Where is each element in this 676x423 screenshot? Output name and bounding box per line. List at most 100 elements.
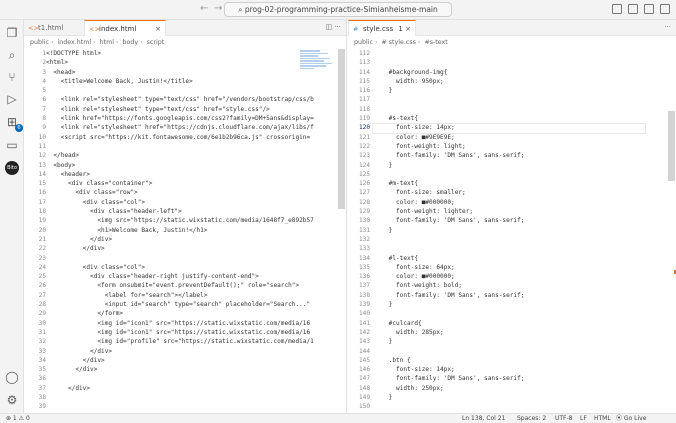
code-line[interactable]: 138 font-family: 'DM Sans', sans-serif; xyxy=(348,291,676,300)
code-line[interactable]: 3 <head> xyxy=(24,68,346,77)
code-line[interactable]: 18 <div class="header-left"> xyxy=(24,207,346,216)
code-line[interactable]: 4 <title>Welcome Back, Justin!</title> xyxy=(24,77,346,86)
code-line[interactable]: 120 font-size: 14px; xyxy=(348,123,676,135)
code-line[interactable]: 142 width: 285px; xyxy=(348,328,676,337)
code-line[interactable]: 5 xyxy=(24,86,346,95)
code-editor-left[interactable]: 1 <!DOCTYPE html> 2 <html> 3 <head> 4 <title>… xyxy=(24,49,346,413)
source-control-icon[interactable]: ⑂ xyxy=(5,70,19,84)
code-line[interactable]: 137 font-weight: bold; xyxy=(348,281,676,290)
bito-icon[interactable]: Bito xyxy=(5,161,19,175)
code-line[interactable]: 131 } xyxy=(348,226,676,235)
code-line[interactable]: 135 font-size: 64px; xyxy=(348,263,676,272)
code-line[interactable]: 123 font-family: 'DM Sans', sans-serif; xyxy=(348,151,676,160)
toggle-primary-sidebar-icon[interactable] xyxy=(612,4,622,14)
code-line[interactable]: 116 } xyxy=(348,86,676,95)
code-line[interactable]: 35 </div> xyxy=(24,365,346,374)
code-line[interactable]: 25 <div class="header-right justify-cont… xyxy=(24,272,346,281)
problems-indicator[interactable]: ⊗ 1 ⚠ 0 xyxy=(6,414,30,423)
breadcrumb-item[interactable]: #s-text xyxy=(424,39,447,46)
code-line[interactable]: 36 xyxy=(24,374,346,383)
minimap[interactable] xyxy=(300,49,334,89)
code-line[interactable]: 129 font-weight: lighter; xyxy=(348,207,676,216)
code-line[interactable]: 144 xyxy=(348,347,676,356)
code-line[interactable]: 141 #culcard{ xyxy=(348,319,676,328)
editor-actions[interactable]: ··· xyxy=(664,23,671,31)
code-line[interactable]: 11 xyxy=(24,142,346,151)
code-line[interactable]: 19 <img src="https://static.wixstatic.co… xyxy=(24,216,346,225)
command-center-search[interactable]: ⌕ prog-02-programming-practice-Simianhei… xyxy=(224,2,452,17)
code-line[interactable]: 20 <h1>Welcome Back, Justin!</h1> xyxy=(24,226,346,235)
code-line[interactable]: 118 xyxy=(348,105,676,114)
vertical-scrollbar[interactable] xyxy=(667,49,676,413)
code-line[interactable]: 7 <link rel="stylesheet" type="text/css"… xyxy=(24,105,346,114)
code-line[interactable]: 26 <form onsubmit="event.preventDefault(… xyxy=(24,281,346,290)
code-line[interactable]: 39 xyxy=(24,402,346,411)
back-arrow-icon[interactable]: ← xyxy=(200,3,208,14)
encoding[interactable]: UTF-8 xyxy=(555,414,573,423)
code-line[interactable]: 29 </form> xyxy=(24,309,346,318)
code-line[interactable]: 2 <html> xyxy=(24,58,346,67)
account-icon[interactable]: ◯ xyxy=(5,370,19,384)
code-line[interactable]: 112 xyxy=(348,49,676,58)
code-line[interactable]: 125 xyxy=(348,170,676,179)
code-line[interactable]: 34 </div> xyxy=(24,356,346,365)
code-line[interactable]: 134 #l-text{ xyxy=(348,254,676,263)
code-line[interactable]: 13 <body> xyxy=(24,161,346,170)
toggle-secondary-sidebar-icon[interactable] xyxy=(644,4,654,14)
code-line[interactable]: 24 <div class="col"> xyxy=(24,263,346,272)
code-line[interactable]: 148 width: 250px; xyxy=(348,384,676,393)
vertical-scrollbar[interactable] xyxy=(337,49,346,413)
code-line[interactable]: 114 #background-img{ xyxy=(348,68,676,77)
code-line[interactable]: 32 <img id="profile" src="https://static… xyxy=(24,337,346,346)
code-line[interactable]: 38 xyxy=(24,393,346,402)
code-line[interactable]: 139 } xyxy=(348,300,676,309)
code-line[interactable]: 1 <!DOCTYPE html> xyxy=(24,49,346,58)
code-line[interactable]: 113 xyxy=(348,58,676,67)
customize-layout-icon[interactable] xyxy=(660,4,670,14)
breadcrumb-item[interactable]: # style.css xyxy=(382,39,416,46)
code-line[interactable]: 119 #s-text{ xyxy=(348,114,676,123)
code-editor-right[interactable]: 112 113 114 #background-img{115 width: 950… xyxy=(348,49,676,413)
code-line[interactable]: 17 <div class="col"> xyxy=(24,198,346,207)
tab-t1-html[interactable]: <> t1.html xyxy=(24,20,84,36)
code-line[interactable]: 122 font-weight: light; xyxy=(348,142,676,151)
run-debug-icon[interactable]: ▷ xyxy=(5,92,19,106)
code-line[interactable]: 121 color: ■#9E9E9E; xyxy=(348,133,676,142)
code-line[interactable]: 145 .btn { xyxy=(348,356,676,365)
go-live-button[interactable]: ⦿ Go Live xyxy=(616,414,646,423)
code-line[interactable]: 127 font-size: smaller; xyxy=(348,188,676,197)
code-line[interactable]: 149 } xyxy=(348,393,676,402)
extensions-icon[interactable]: ⊞ 6 xyxy=(5,115,23,132)
forward-arrow-icon[interactable]: → xyxy=(214,3,222,14)
code-line[interactable]: 10 <script src="https://kit.fontawesome.… xyxy=(24,133,346,142)
language-mode[interactable]: HTML xyxy=(594,414,611,423)
code-line[interactable]: 15 <div class="container"> xyxy=(24,179,346,188)
close-icon[interactable]: × xyxy=(405,21,411,37)
breadcrumb-item[interactable]: public xyxy=(354,39,373,46)
editor-actions[interactable]: ◫ ··· xyxy=(325,23,341,31)
indentation[interactable]: Spaces: 2 xyxy=(517,414,546,423)
code-line[interactable]: 37 </div> xyxy=(24,384,346,393)
code-line[interactable]: 16 <div class="row"> xyxy=(24,188,346,197)
breadcrumb-item[interactable]: script xyxy=(147,39,165,46)
code-line[interactable]: 124 } xyxy=(348,161,676,170)
code-line[interactable]: 23 xyxy=(24,254,346,263)
code-line[interactable]: 150 xyxy=(348,402,676,411)
tab-style-css[interactable]: # style.css 1 × xyxy=(348,20,416,36)
code-line[interactable]: 128 color: ■#000000; xyxy=(348,198,676,207)
code-line[interactable]: 143 } xyxy=(348,337,676,346)
toggle-panel-icon[interactable] xyxy=(628,4,638,14)
breadcrumb-item[interactable]: index.html xyxy=(58,39,92,46)
code-line[interactable]: 140 xyxy=(348,309,676,318)
code-line[interactable]: 27 <label for="search"></label> xyxy=(24,291,346,300)
code-line[interactable]: 115 width: 950px; xyxy=(348,77,676,86)
code-line[interactable]: 30 <img id="icon1" src="https://static.w… xyxy=(24,319,346,328)
code-line[interactable]: 136 color: ■#000000; xyxy=(348,272,676,281)
code-line[interactable]: 147 font-family: 'DM Sans', sans-serif; xyxy=(348,374,676,383)
code-line[interactable]: 14 <header> xyxy=(24,170,346,179)
code-line[interactable]: 146 font-size: 14px; xyxy=(348,365,676,374)
breadcrumb-item[interactable]: html xyxy=(100,39,114,46)
code-line[interactable]: 21 </div> xyxy=(24,235,346,244)
code-line[interactable]: 126 #m-text{ xyxy=(348,179,676,188)
files-icon[interactable]: ❐ xyxy=(5,26,19,40)
